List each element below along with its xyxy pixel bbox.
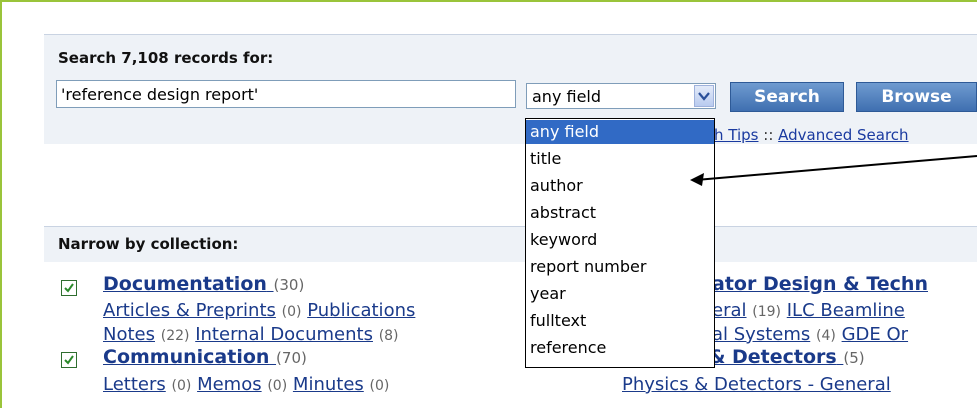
sub-collection-link[interactable]: Articles & Preprints (103, 300, 276, 321)
field-select[interactable]: any field (526, 83, 716, 109)
collection-subline-right: Physics & Detectors - General (622, 374, 891, 395)
tips-separator: :: (763, 126, 774, 144)
chevron-down-icon[interactable] (694, 85, 714, 107)
collection-subline: Articles & Preprints (0) Publications (103, 300, 415, 321)
sub-collection-count: (0) (267, 378, 288, 394)
annotation-arrow-icon (690, 155, 977, 186)
collection-count: (30) (273, 276, 305, 294)
field-option[interactable]: title (526, 147, 714, 171)
sub-collection-count: (0) (171, 378, 192, 394)
sub-collection-link[interactable]: Minutes (293, 374, 364, 395)
sub-collection-link[interactable]: GDE Or (842, 324, 908, 345)
search-label: Search 7,108 records for: (58, 49, 274, 67)
search-button[interactable]: Search (730, 82, 844, 112)
tips-row: h Tips :: Advanced Search (714, 126, 909, 144)
collection-count: (5) (843, 349, 865, 367)
page-border (0, 0, 2, 408)
collection-subline: Notes (22) Internal Documents (8) (103, 324, 399, 345)
sub-collection-count: (4) (816, 328, 836, 344)
collection-checkbox-documentation[interactable] (61, 280, 77, 296)
collection-title-text[interactable]: Communication (103, 346, 269, 368)
sub-collection-link[interactable]: Letters (103, 374, 166, 395)
field-option[interactable]: keyword (526, 228, 714, 252)
sub-collection-count: (0) (369, 378, 390, 394)
page-border-top (0, 0, 977, 2)
field-option[interactable]: reference (526, 336, 714, 360)
collection-subline-right: al Systems (4) GDE Or (712, 324, 908, 345)
collection-title-accelerator[interactable]: ator Design & Techn (712, 273, 928, 295)
collection-checkbox-communication[interactable] (61, 352, 77, 368)
browse-button[interactable]: Browse (856, 82, 977, 112)
field-option[interactable]: author (526, 174, 714, 198)
sub-collection-count: (19) (752, 304, 781, 320)
collection-subline-right: eral (19) ILC Beamline (712, 300, 905, 321)
field-select-value: any field (532, 87, 602, 106)
field-dropdown-list: any field title author abstract keyword repor… (525, 118, 715, 368)
sub-collection-link[interactable]: Physics & Detectors - General (622, 374, 891, 395)
collection-subline: Letters (0) Memos (0) Minutes (0) (103, 374, 389, 395)
sub-collection-link[interactable]: Internal Documents (195, 324, 373, 345)
search-input[interactable] (56, 80, 516, 108)
narrow-label: Narrow by collection: (58, 235, 239, 253)
field-option[interactable]: any field (526, 120, 714, 144)
sub-collection-link[interactable]: ILC Beamline (787, 300, 905, 321)
collection-title-documentation[interactable]: Documentation (30) (103, 273, 304, 295)
field-option[interactable]: abstract (526, 201, 714, 225)
sub-collection-count: (22) (160, 328, 190, 344)
collection-count: (70) (276, 349, 307, 367)
field-option[interactable]: report number (526, 255, 714, 279)
sub-collection-link[interactable]: al Systems (712, 324, 810, 345)
sub-collection-count: (8) (378, 328, 399, 344)
field-option[interactable]: year (526, 282, 714, 306)
search-panel: Search 7,108 records for: any field Sear… (44, 34, 977, 144)
advanced-search-link[interactable]: Advanced Search (778, 126, 908, 144)
search-tips-link[interactable]: h Tips (714, 126, 758, 144)
field-option[interactable]: fulltext (526, 309, 714, 333)
sub-collection-link[interactable]: Notes (103, 324, 155, 345)
collection-title-text[interactable]: Documentation (103, 273, 267, 295)
sub-collection-link[interactable]: eral (712, 300, 747, 321)
sub-collection-link[interactable]: Publications (307, 300, 415, 321)
sub-collection-count: (0) (281, 304, 302, 320)
narrow-panel: Narrow by collection: (44, 226, 977, 262)
sub-collection-link[interactable]: Memos (197, 374, 262, 395)
collection-title-communication[interactable]: Communication (70) (103, 346, 307, 368)
